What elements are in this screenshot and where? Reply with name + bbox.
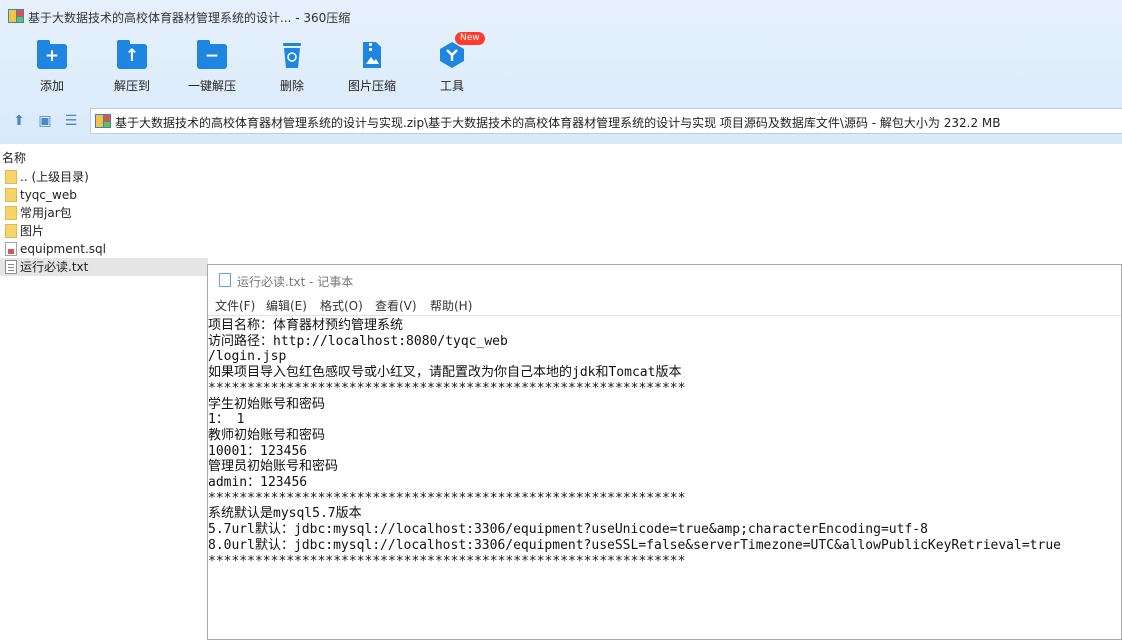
delete-button[interactable]: 删除 [257, 40, 327, 94]
list-item-equipment-sql[interactable]: equipment.sql [0, 240, 210, 258]
thumbnail-view-icon[interactable]: ▣ [37, 113, 53, 129]
title-bar: 基于大数据技术的高校体育器材管理系统的设计... - 360压缩 [0, 0, 1122, 34]
menu-help[interactable]: 帮助(H) [430, 297, 472, 314]
window-title: 基于大数据技术的高校体育器材管理系统的设计... - 360压缩 [28, 11, 351, 25]
up-level-icon[interactable]: ⬆ [11, 113, 27, 129]
menu-file[interactable]: 文件(F) [215, 297, 255, 314]
notepad-text-area[interactable]: 项目名称：体育器材预约管理系统 访问路径：http://localhost:80… [208, 315, 1121, 638]
path-bar[interactable]: 基于大数据技术的高校体育器材管理系统的设计与实现.zip\基于大数据技术的高校体… [90, 108, 1122, 134]
file-name: 运行必读.txt [20, 260, 89, 274]
file-list: .. (上级目录) tyqc_web 常用jar包 图片 equipment.s… [0, 168, 210, 276]
image-compress-button-label: 图片压缩 [347, 79, 396, 93]
delete-button-label: 删除 [279, 79, 304, 93]
tools-icon: New [437, 32, 485, 70]
list-item-jar-folder[interactable]: 常用jar包 [0, 204, 210, 222]
path-text: 基于大数据技术的高校体育器材管理系统的设计与实现.zip\基于大数据技术的高校体… [115, 116, 1001, 130]
menu-edit[interactable]: 编辑(E) [266, 297, 307, 314]
add-button-label: 添加 [39, 79, 64, 93]
new-badge: New [455, 32, 485, 45]
text-file-icon [5, 260, 17, 274]
extract-to-button[interactable]: ↑ 解压到 [97, 40, 167, 94]
notepad-content: 项目名称：体育器材预约管理系统 访问路径：http://localhost:80… [208, 318, 1061, 569]
file-name: 图片 [20, 224, 45, 238]
list-item-parent-dir[interactable]: .. (上级目录) [0, 168, 210, 186]
file-name: tyqc_web [20, 188, 77, 202]
one-click-extract-icon: − [197, 40, 227, 70]
folder-icon [5, 188, 17, 202]
delete-icon [277, 40, 307, 70]
column-header[interactable]: 名称 [0, 146, 1122, 166]
file-name: 常用jar包 [20, 206, 72, 220]
add-icon: + [37, 40, 67, 70]
navigation-bar: ⬆ ▣ ☰ 基于大数据技术的高校体育器材管理系统的设计与实现.zip\基于大数据… [0, 106, 1122, 136]
menu-format[interactable]: 格式(O) [320, 297, 363, 314]
extract-to-button-label: 解压到 [113, 79, 150, 93]
file-name: equipment.sql [20, 242, 106, 256]
tools-button-label: 工具 [439, 79, 464, 93]
archive-path-icon [95, 114, 111, 128]
folder-icon [5, 206, 17, 220]
image-compress-icon [357, 40, 387, 70]
name-column-label: 名称 [2, 151, 27, 165]
folder-icon [5, 170, 17, 184]
notepad-window: 运行必读.txt - 记事本 文件(F) 编辑(E) 格式(O) 查看(V) 帮… [207, 264, 1122, 640]
one-click-extract-button[interactable]: − 一键解压 [177, 40, 247, 94]
notepad-menu-bar: 文件(F) 编辑(E) 格式(O) 查看(V) 帮助(H) [208, 297, 1121, 315]
image-compress-button[interactable]: 图片压缩 [337, 40, 407, 94]
notepad-title: 运行必读.txt - 记事本 [237, 275, 354, 289]
list-item-readme-txt[interactable]: 运行必读.txt [0, 258, 208, 276]
archiver-header: 基于大数据技术的高校体育器材管理系统的设计... - 360压缩 + 添加 ↑ … [0, 0, 1122, 144]
toolbar: + 添加 ↑ 解压到 − 一键解压 删除 图片压缩 New 工具 [0, 32, 1122, 100]
archive-app-icon [8, 9, 24, 23]
notepad-icon [219, 273, 231, 287]
notepad-title-bar[interactable]: 运行必读.txt - 记事本 [208, 265, 1121, 295]
list-item-images-folder[interactable]: 图片 [0, 222, 210, 240]
add-button[interactable]: + 添加 [17, 40, 87, 94]
file-name: .. (上级目录) [20, 170, 89, 184]
menu-view[interactable]: 查看(V) [375, 297, 417, 314]
list-view-icon[interactable]: ☰ [63, 113, 79, 129]
folder-icon [5, 224, 17, 238]
tools-button[interactable]: New 工具 [417, 32, 487, 94]
sql-file-icon [5, 242, 17, 256]
one-click-extract-button-label: 一键解压 [187, 79, 236, 93]
extract-to-icon: ↑ [117, 40, 147, 70]
list-item-tyqc-web[interactable]: tyqc_web [0, 186, 210, 204]
